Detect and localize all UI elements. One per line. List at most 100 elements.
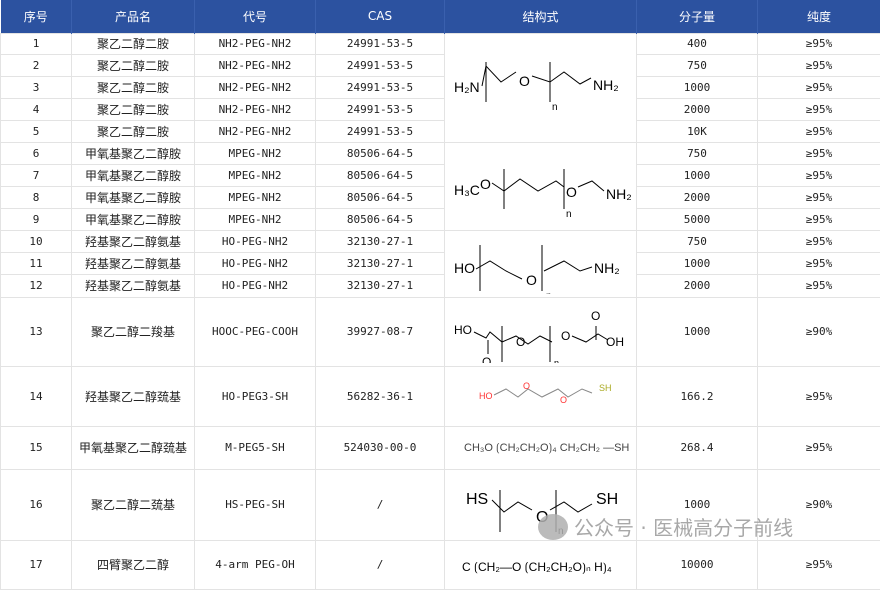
cell-mw: 1000 xyxy=(637,252,758,274)
structure-label: HO xyxy=(454,323,472,337)
cell-cas: 80506-64-5 xyxy=(316,208,445,230)
cell-name: 甲氧基聚乙二醇胺 xyxy=(72,142,195,164)
cell-purity: ≥95% xyxy=(758,164,880,186)
table-row: 15甲氧基聚乙二醇巯基M-PEG5-SH524030-00-0CH₃O ⟮CH₂… xyxy=(1,426,880,469)
cell-code: 4-arm PEG-OH xyxy=(195,540,316,589)
cell-name: 羟基聚乙二醇氨基 xyxy=(72,230,195,252)
cell-cas: 524030-00-0 xyxy=(316,426,445,469)
structure-label: O xyxy=(591,309,600,323)
cell-no: 11 xyxy=(1,252,72,274)
cell-mw: 750 xyxy=(637,55,758,77)
cell-no: 2 xyxy=(1,55,72,77)
table-row: 8甲氧基聚乙二醇胺MPEG-NH280506-64-52000≥95% xyxy=(1,186,880,208)
table-row: 2聚乙二醇二胺NH2-PEG-NH224991-53-5750≥95% xyxy=(1,55,880,77)
structure-label: O xyxy=(560,395,567,405)
wechat-icon xyxy=(538,514,568,540)
cell-purity: ≥95% xyxy=(758,230,880,252)
table-header: 序号产品名代号CAS结构式分子量纯度 xyxy=(1,0,880,33)
structure-cell: HO O O SH xyxy=(445,366,637,426)
structure-label: O xyxy=(516,335,525,349)
cell-name: 甲氧基聚乙二醇胺 xyxy=(72,164,195,186)
structure-cell: HOOOOOOHn xyxy=(445,297,637,366)
cell-name: 聚乙二醇二巯基 xyxy=(72,469,195,540)
cell-no: 15 xyxy=(1,426,72,469)
cell-cas: 24991-53-5 xyxy=(316,77,445,99)
structure-label: SH xyxy=(599,383,612,393)
table-row: 11羟基聚乙二醇氨基HO-PEG-NH232130-27-11000≥95% xyxy=(1,252,880,274)
cell-mw: 750 xyxy=(637,142,758,164)
cell-no: 1 xyxy=(1,33,72,55)
cell-code: NH2-PEG-NH2 xyxy=(195,33,316,55)
cell-mw: 1000 xyxy=(637,164,758,186)
cell-cas: 80506-64-5 xyxy=(316,142,445,164)
cell-mw: 2000 xyxy=(637,98,758,120)
cell-cas: / xyxy=(316,469,445,540)
structure-label: n xyxy=(546,291,552,294)
structure-cell: H₂NOnNH₂ xyxy=(445,33,637,142)
cell-purity: ≥95% xyxy=(758,540,880,589)
cell-name: 羟基聚乙二醇巯基 xyxy=(72,366,195,426)
cell-name: 羟基聚乙二醇氨基 xyxy=(72,275,195,297)
cell-no: 5 xyxy=(1,120,72,142)
table-row: 10羟基聚乙二醇氨基HO-PEG-NH232130-27-1HOONH₂n750… xyxy=(1,230,880,252)
cell-cas: 39927-08-7 xyxy=(316,297,445,366)
cell-no: 10 xyxy=(1,230,72,252)
structure-cell: HOONH₂n xyxy=(445,230,637,297)
cell-no: 13 xyxy=(1,297,72,366)
cell-purity: ≥95% xyxy=(758,98,880,120)
cell-mw: 5000 xyxy=(637,208,758,230)
table-row: 13聚乙二醇二羧基HOOC-PEG-COOH39927-08-7HOOOOOOH… xyxy=(1,297,880,366)
column-header: 结构式 xyxy=(445,0,637,33)
table-row: 5聚乙二醇二胺NH2-PEG-NH224991-53-510K≥95% xyxy=(1,120,880,142)
cell-no: 8 xyxy=(1,186,72,208)
cell-purity: ≥95% xyxy=(758,142,880,164)
cell-code: HS-PEG-SH xyxy=(195,469,316,540)
cell-mw: 10000 xyxy=(637,540,758,589)
structure-label: CH₃O ⟮CH₂CH₂O⟯₄ CH₂CH₂ —SH xyxy=(464,442,629,454)
cell-cas: 32130-27-1 xyxy=(316,252,445,274)
cell-name: 聚乙二醇二羧基 xyxy=(72,297,195,366)
cell-purity: ≥95% xyxy=(758,252,880,274)
cell-mw: 750 xyxy=(637,230,758,252)
table-row: 4聚乙二醇二胺NH2-PEG-NH224991-53-52000≥95% xyxy=(1,98,880,120)
cell-mw: 400 xyxy=(637,33,758,55)
cell-name: 甲氧基聚乙二醇胺 xyxy=(72,208,195,230)
cell-purity: ≥95% xyxy=(758,208,880,230)
structure-label: O xyxy=(480,176,491,192)
cell-code: NH2-PEG-NH2 xyxy=(195,98,316,120)
cell-code: NH2-PEG-NH2 xyxy=(195,55,316,77)
cell-no: 7 xyxy=(1,164,72,186)
structure-label: n xyxy=(566,209,572,220)
cell-purity: ≥95% xyxy=(758,366,880,426)
column-header: 产品名 xyxy=(72,0,195,33)
structure-label: HS xyxy=(466,491,488,508)
cell-cas: 24991-53-5 xyxy=(316,120,445,142)
cell-no: 3 xyxy=(1,77,72,99)
cell-no: 12 xyxy=(1,275,72,297)
cell-code: HO-PEG-NH2 xyxy=(195,275,316,297)
cell-no: 16 xyxy=(1,469,72,540)
watermark: 公众号 · 医械高分子前线 xyxy=(538,512,793,541)
cell-code: MPEG-NH2 xyxy=(195,208,316,230)
cell-name: 聚乙二醇二胺 xyxy=(72,55,195,77)
structure-label: HO xyxy=(454,260,475,276)
cell-name: 聚乙二醇二胺 xyxy=(72,98,195,120)
cell-no: 6 xyxy=(1,142,72,164)
structure-label: HO xyxy=(479,391,493,401)
structure-label: O xyxy=(526,272,537,288)
structure-label: OH xyxy=(606,335,624,349)
cell-code: NH2-PEG-NH2 xyxy=(195,120,316,142)
cell-cas: / xyxy=(316,540,445,589)
cell-name: 甲氧基聚乙二醇胺 xyxy=(72,186,195,208)
structure-label: NH₂ xyxy=(606,186,632,202)
cell-code: HOOC-PEG-COOH xyxy=(195,297,316,366)
cell-purity: ≥95% xyxy=(758,33,880,55)
table-row: 6甲氧基聚乙二醇胺MPEG-NH280506-64-5H₃COONH₂n750≥… xyxy=(1,142,880,164)
structure-label: O xyxy=(523,381,530,391)
cell-cas: 24991-53-5 xyxy=(316,55,445,77)
cell-mw: 1000 xyxy=(637,77,758,99)
cell-name: 聚乙二醇二胺 xyxy=(72,33,195,55)
cell-no: 4 xyxy=(1,98,72,120)
structure-label: H₂N xyxy=(454,79,480,95)
table-row: 12羟基聚乙二醇氨基HO-PEG-NH232130-27-12000≥95% xyxy=(1,275,880,297)
